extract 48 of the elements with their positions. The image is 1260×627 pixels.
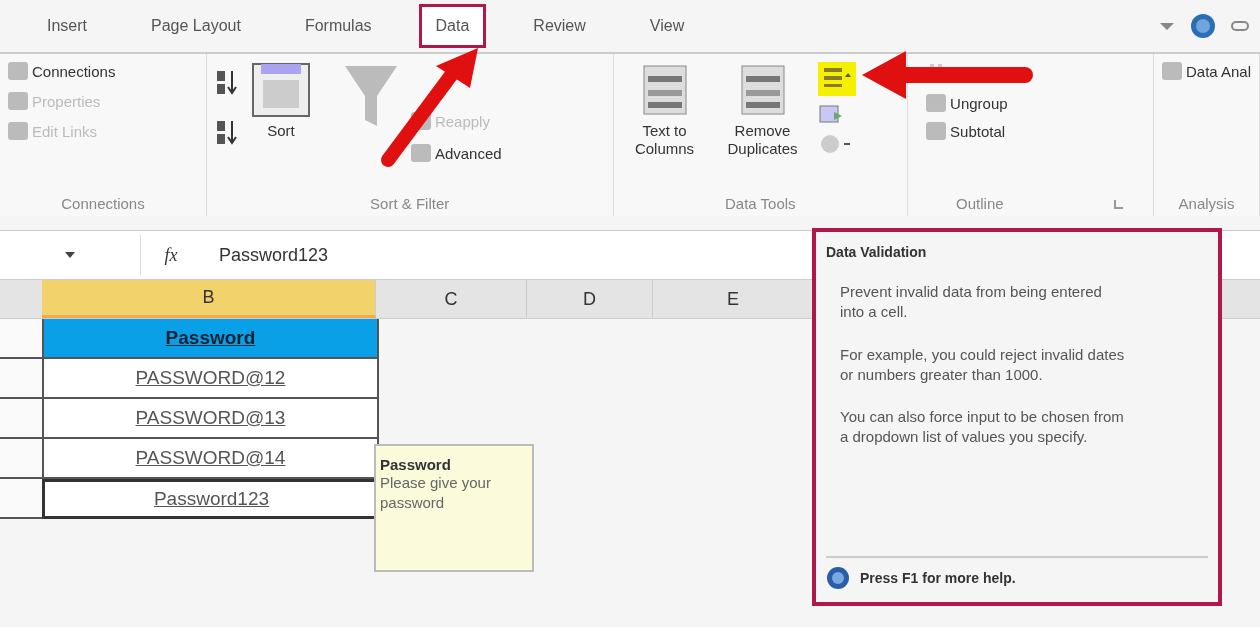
ribbon-button[interactable]: Data Anal xyxy=(1161,62,1251,80)
table-cell: Password xyxy=(42,319,379,359)
ribbon-button[interactable]: Remove Duplicates xyxy=(719,62,806,158)
group-label: Sort & Filter xyxy=(369,195,451,212)
tooltip-text: You can also force input to be chosen from a dropdown list of values you specify. xyxy=(840,407,1125,448)
tooltip-title: Data Validation xyxy=(826,244,928,260)
input-message-text: Please give your password xyxy=(380,473,492,512)
column-header[interactable]: C xyxy=(376,280,527,318)
formula-field[interactable]: Password123 xyxy=(201,244,329,266)
dropdown-caret-icon[interactable] xyxy=(65,252,75,258)
table-cell xyxy=(0,399,42,439)
dialog-launcher-icon[interactable] xyxy=(1112,197,1125,210)
ribbon-tab[interactable]: Formulas xyxy=(287,4,389,48)
tooltip-text: For example, you could reject invalid dates or numbers greater than 1000. xyxy=(840,344,1126,385)
group-label: Outline xyxy=(956,195,1004,212)
table-cell: PASSWORD@14 xyxy=(42,439,379,479)
table-cell xyxy=(0,319,42,359)
ribbon-button[interactable]: Text to Columns xyxy=(621,62,708,158)
tooltip-help-text: Press F1 for more help. xyxy=(860,570,1016,586)
ribbon-button[interactable]: Advanced xyxy=(410,144,502,162)
group-label: Analysis xyxy=(1177,195,1236,212)
insert-function-button[interactable]: fx xyxy=(141,244,201,266)
group-label: Connections xyxy=(60,195,146,212)
sort-button[interactable]: Sort xyxy=(250,62,311,139)
table-cell xyxy=(0,439,42,479)
tooltip-text: Prevent invalid data from being entered into a cell. xyxy=(840,282,1103,323)
table-cell: PASSWORD@13 xyxy=(42,399,379,439)
ribbon-button[interactable]: Subtotal xyxy=(926,122,1145,140)
ribbon-tab[interactable]: View xyxy=(632,4,702,48)
restore-icon[interactable] xyxy=(1230,20,1250,32)
ribbon-tab[interactable]: Review xyxy=(516,4,603,48)
ribbon-button[interactable]: Ungroup xyxy=(926,94,1145,112)
table-cell xyxy=(0,359,42,399)
column-header[interactable]: D xyxy=(527,280,653,318)
ribbon-tab[interactable]: Page Layout xyxy=(134,4,258,48)
ribbon-tab[interactable]: Insert xyxy=(30,4,104,48)
help-icon[interactable] xyxy=(1190,13,1216,39)
sort-icon xyxy=(250,62,311,118)
consolidate-icon[interactable] xyxy=(817,104,844,124)
input-message-title: Password xyxy=(380,456,452,473)
group-label: Data Tools xyxy=(724,195,797,212)
minimize-ribbon-icon[interactable] xyxy=(1158,20,1176,32)
column-header[interactable]: B xyxy=(42,280,376,318)
data-validation-button[interactable] xyxy=(817,62,856,96)
ribbon-tab[interactable]: Data xyxy=(418,4,487,48)
table-cell: PASSWORD@12 xyxy=(42,359,379,399)
help-icon xyxy=(826,566,850,590)
ribbon-button[interactable]: Connections xyxy=(8,62,198,80)
